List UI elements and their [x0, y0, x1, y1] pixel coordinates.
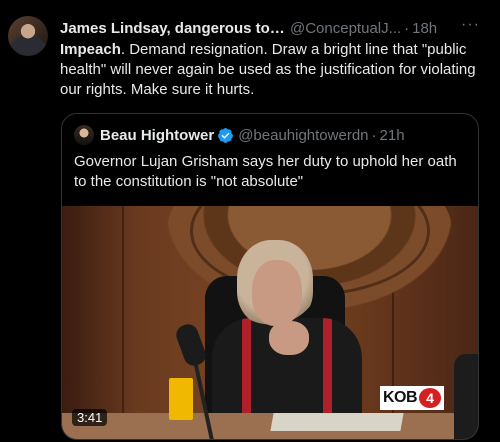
verified-badge-icon: [218, 127, 234, 143]
microphone: [173, 321, 209, 369]
author-name[interactable]: James Lindsay, dangerous to ...: [60, 20, 286, 37]
logo-number: 4: [419, 388, 442, 408]
quoted-author-avatar: [74, 125, 94, 145]
wood-panel-line: [122, 206, 124, 439]
quoted-author-handle: @beauhightowerdn: [238, 126, 369, 144]
separator-dot: ·: [404, 19, 410, 37]
tweet-text-rest: . Demand resignation. Draw a bright line…: [60, 41, 476, 98]
tweet-text-bold: Impeach: [60, 41, 121, 58]
video-duration: 3:41: [72, 409, 108, 426]
video-player[interactable]: KOB 4 3:41: [62, 206, 478, 439]
author-avatar[interactable]: [8, 16, 48, 56]
author-handle[interactable]: @ConceptualJ...: [290, 20, 401, 37]
quoted-tweet-header: Beau Hightower @beauhightowerdn · 21h: [74, 124, 405, 146]
quoted-tweet-text: Governor Lujan Grisham says her duty to …: [74, 153, 457, 190]
speaker-face: [252, 260, 302, 326]
yellow-cup: [169, 378, 193, 420]
tweet-text: Impeach. Demand resignation. Draw a brig…: [60, 40, 485, 100]
logo-text: KOB: [383, 389, 418, 406]
tweet-header: James Lindsay, dangerous to ... @Concept…: [60, 16, 490, 40]
speaker-hands: [269, 321, 309, 355]
tweet-timestamp[interactable]: 18h: [412, 20, 437, 37]
quoted-tweet[interactable]: Beau Hightower @beauhightowerdn · 21h Go…: [61, 113, 479, 440]
kob4-logo: KOB 4: [380, 386, 445, 410]
quoted-author-name: Beau Hightower: [100, 126, 215, 144]
papers: [270, 413, 404, 431]
tweet[interactable]: James Lindsay, dangerous to ... @Concept…: [0, 0, 500, 442]
separator-dot: ·: [371, 126, 377, 144]
more-icon[interactable]: ···: [461, 16, 480, 34]
bystander: [454, 354, 478, 439]
quoted-tweet-timestamp: 21h: [379, 126, 405, 144]
